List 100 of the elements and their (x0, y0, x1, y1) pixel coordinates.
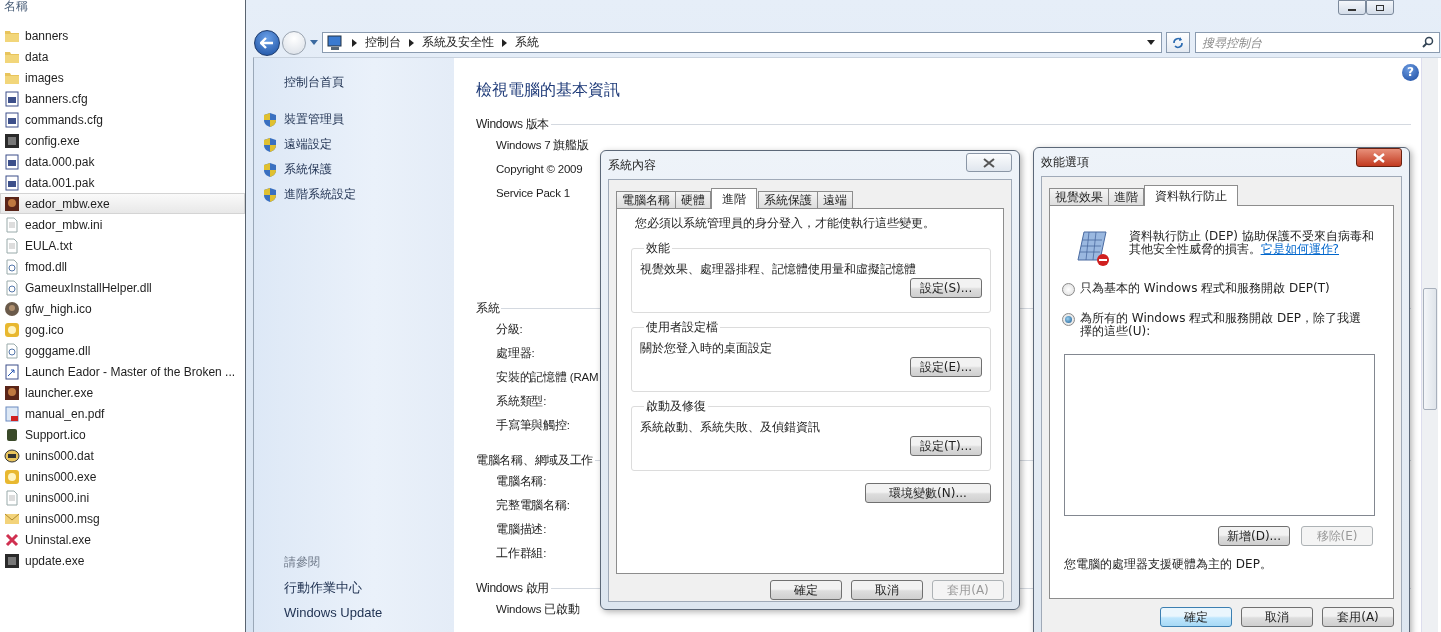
section-title: 電腦名稱、網域及工作 (476, 451, 593, 469)
file-icon (4, 552, 20, 569)
dialog-button[interactable]: 確定 (770, 580, 842, 600)
back-arrow-icon (260, 36, 274, 49)
file-item[interactable]: Uninstal.exe (0, 529, 245, 550)
dropdown-icon[interactable] (1147, 40, 1155, 45)
page-heading: 檢視電腦的基本資訊 (476, 80, 621, 101)
radio-button[interactable] (1062, 283, 1075, 296)
sidebar-link[interactable]: 裝置管理員 (284, 111, 344, 128)
file-item[interactable]: eador_mbw.exe (0, 193, 245, 214)
file-item[interactable]: data (0, 46, 245, 67)
address-bar[interactable]: 控制台 系統及安全性 系統 (322, 32, 1162, 53)
radio-button[interactable] (1062, 313, 1075, 326)
dialog-button[interactable]: 套用(A) (1322, 607, 1394, 627)
file-item[interactable]: fmod.dll (0, 256, 245, 277)
refresh-button[interactable] (1166, 32, 1190, 53)
help-link[interactable]: 它是如何運作? (1260, 242, 1339, 256)
file-item[interactable]: config.exe (0, 130, 245, 151)
file-item[interactable]: unins000.exe (0, 466, 245, 487)
environment-variables-button[interactable]: 環境變數(N)... (865, 483, 991, 503)
tab[interactable]: 進階 (711, 188, 757, 209)
back-button[interactable] (254, 29, 280, 56)
group-title: 使用者設定檔 (645, 319, 719, 336)
file-icon (4, 153, 20, 170)
group-description: 視覺效果、處理器排程、記憶體使用量和虛擬記憶體 (640, 261, 917, 278)
tab[interactable]: 系統保護 (758, 191, 818, 209)
sidebar-link[interactable]: Windows Update (284, 605, 383, 620)
tab[interactable]: 視覺效果 (1049, 188, 1109, 206)
shield-icon (262, 136, 278, 153)
settings-button[interactable]: 設定(T)... (910, 436, 982, 456)
file-item[interactable]: update.exe (0, 550, 245, 571)
file-item[interactable]: unins000.ini (0, 487, 245, 508)
close-button[interactable] (1356, 148, 1402, 167)
chevron-icon[interactable] (352, 38, 357, 47)
breadcrumb-item[interactable]: 控制台 (365, 34, 401, 51)
dialog-button[interactable]: 確定 (1160, 607, 1232, 627)
file-item[interactable]: data.001.pak (0, 172, 245, 193)
see-also-title: 請參閱 (284, 554, 321, 571)
sidebar-link[interactable]: 進階系統設定 (284, 186, 356, 203)
tab[interactable]: 遠端 (817, 191, 853, 209)
file-icon (4, 384, 20, 401)
help-button[interactable]: ? (1402, 64, 1419, 81)
column-header[interactable]: 名稱 (4, 0, 28, 15)
list-button[interactable]: 新增(D)... (1217, 526, 1290, 546)
file-item[interactable]: goggame.dll (0, 340, 245, 361)
tab[interactable]: 硬體 (675, 191, 711, 209)
group-title: 啟動及修復 (645, 398, 707, 415)
dialog-button[interactable]: 取消 (851, 580, 923, 600)
settings-button[interactable]: 設定(E)... (910, 357, 982, 377)
search-field[interactable]: 搜尋控制台 (1195, 32, 1440, 53)
file-item[interactable]: unins000.msg (0, 508, 245, 529)
section-title: 系統 (476, 299, 500, 317)
file-icon (4, 111, 20, 128)
sidebar-link[interactable]: 系統保護 (284, 161, 332, 178)
tab[interactable]: 資料執行防止 (1144, 185, 1238, 206)
info-label: 電腦描述: (496, 522, 547, 537)
file-item[interactable]: data.000.pak (0, 151, 245, 172)
file-item[interactable]: EULA.txt (0, 235, 245, 256)
settings-button[interactable]: 設定(S)... (910, 278, 982, 298)
file-icon (4, 447, 20, 464)
radio-label[interactable]: 為所有的 Windows 程式和服務開啟 DEP，除了我選擇的這些(U): (1080, 312, 1370, 338)
file-item[interactable]: launcher.exe (0, 382, 245, 403)
sidebar-link[interactable]: 遠端設定 (284, 136, 332, 153)
file-item[interactable]: images (0, 67, 245, 88)
breadcrumb-item[interactable]: 系統 (515, 34, 539, 51)
file-item[interactable]: commands.cfg (0, 109, 245, 130)
info-label: Service Pack 1 (496, 186, 570, 201)
chevron-icon[interactable] (502, 38, 507, 47)
shield-icon (262, 161, 278, 178)
file-item[interactable]: manual_en.pdf (0, 403, 245, 424)
radio-label[interactable]: 只為基本的 Windows 程式和服務開啟 DEP(T) (1080, 282, 1370, 295)
minimize-button[interactable] (1338, 0, 1366, 15)
file-item[interactable]: unins000.dat (0, 445, 245, 466)
tab[interactable]: 進階 (1108, 188, 1144, 206)
computer-icon (326, 34, 344, 51)
sidebar-link[interactable]: 控制台首頁 (284, 74, 454, 91)
info-label: 處理器: (496, 346, 535, 361)
chevron-icon[interactable] (409, 38, 414, 47)
file-item[interactable]: gog.ico (0, 319, 245, 340)
breadcrumb-item[interactable]: 系統及安全性 (422, 34, 494, 51)
restore-icon (1375, 3, 1385, 12)
file-icon (4, 342, 20, 359)
maximize-button[interactable] (1366, 0, 1394, 15)
file-item[interactable]: GameuxInstallHelper.dll (0, 277, 245, 298)
dialog-button[interactable]: 取消 (1241, 607, 1313, 627)
file-item[interactable]: Support.ico (0, 424, 245, 445)
file-item[interactable]: banners.cfg (0, 88, 245, 109)
file-item[interactable]: Launch Eador - Master of the Broken ... (0, 361, 245, 382)
file-item[interactable]: banners (0, 25, 245, 46)
sidebar-link[interactable]: 行動作業中心 (284, 579, 383, 597)
close-icon (983, 157, 995, 168)
refresh-icon (1171, 35, 1185, 50)
tab[interactable]: 電腦名稱 (616, 191, 676, 209)
file-item[interactable]: gfw_high.ico (0, 298, 245, 319)
scrollbar[interactable] (1421, 58, 1438, 632)
close-button[interactable] (966, 153, 1012, 172)
shield-icon (262, 186, 278, 203)
info-label: Copyright © 2009 (496, 162, 583, 177)
group-description: 關於您登入時的桌面設定 (640, 340, 773, 357)
file-item[interactable]: eador_mbw.ini (0, 214, 245, 235)
